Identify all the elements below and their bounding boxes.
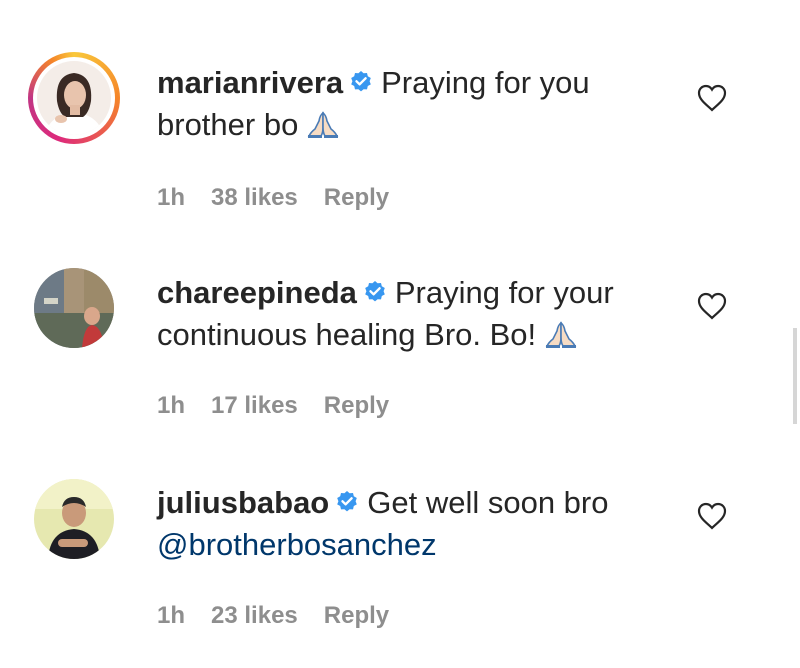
- verified-badge-icon: [337, 490, 358, 512]
- like-heart-icon[interactable]: [697, 502, 727, 530]
- comment-body: continuous healing Bro. Bo!: [157, 317, 537, 352]
- mention-link[interactable]: @brotherbosanchez: [157, 527, 437, 562]
- username-link[interactable]: juliusbabao: [157, 485, 329, 520]
- verified-badge-icon: [365, 280, 385, 302]
- verified-badge-icon: [351, 70, 371, 92]
- timestamp[interactable]: 1h: [157, 392, 185, 419]
- comment-body: Praying for you: [381, 65, 590, 100]
- folded-hands-icon: [308, 111, 339, 138]
- reply-button[interactable]: Reply: [324, 184, 389, 211]
- reply-button[interactable]: Reply: [324, 392, 389, 419]
- timestamp[interactable]: 1h: [157, 184, 185, 211]
- comment-text: juliusbabao Get well soon bro @brotherbos…: [157, 482, 677, 566]
- comment-meta: 1h 23 likes Reply: [157, 602, 415, 630]
- avatar[interactable]: [34, 479, 114, 559]
- avatar[interactable]: [34, 268, 114, 348]
- comment-body: Get well soon bro: [367, 485, 609, 520]
- comment-item: juliusbabao Get well soon bro @brotherbos…: [0, 455, 800, 668]
- comment-meta: 1h 38 likes Reply: [157, 184, 415, 212]
- likes-count[interactable]: 38 likes: [211, 184, 298, 211]
- comment-item: chareepineda Praying for your continuous …: [0, 230, 800, 455]
- like-heart-icon[interactable]: [697, 84, 727, 112]
- username-link[interactable]: chareepineda: [157, 275, 357, 310]
- reply-button[interactable]: Reply: [324, 602, 389, 629]
- likes-count[interactable]: 17 likes: [211, 392, 298, 419]
- comment-body: brother bo: [157, 107, 299, 142]
- timestamp[interactable]: 1h: [157, 602, 185, 629]
- comment-meta: 1h 17 likes Reply: [157, 392, 415, 420]
- scrollbar[interactable]: [793, 328, 797, 424]
- comment-body: Praying for your: [394, 275, 614, 310]
- like-heart-icon[interactable]: [697, 292, 727, 320]
- avatar[interactable]: [28, 52, 120, 144]
- folded-hands-icon: [545, 321, 577, 348]
- comment-text: chareepineda Praying for your continuous …: [157, 272, 677, 356]
- likes-count[interactable]: 23 likes: [211, 602, 298, 629]
- comment-text: marianrivera Praying for you brother bo: [157, 62, 677, 146]
- username-link[interactable]: marianrivera: [157, 65, 343, 100]
- comment-item: marianrivera Praying for you brother bo 1…: [0, 0, 800, 230]
